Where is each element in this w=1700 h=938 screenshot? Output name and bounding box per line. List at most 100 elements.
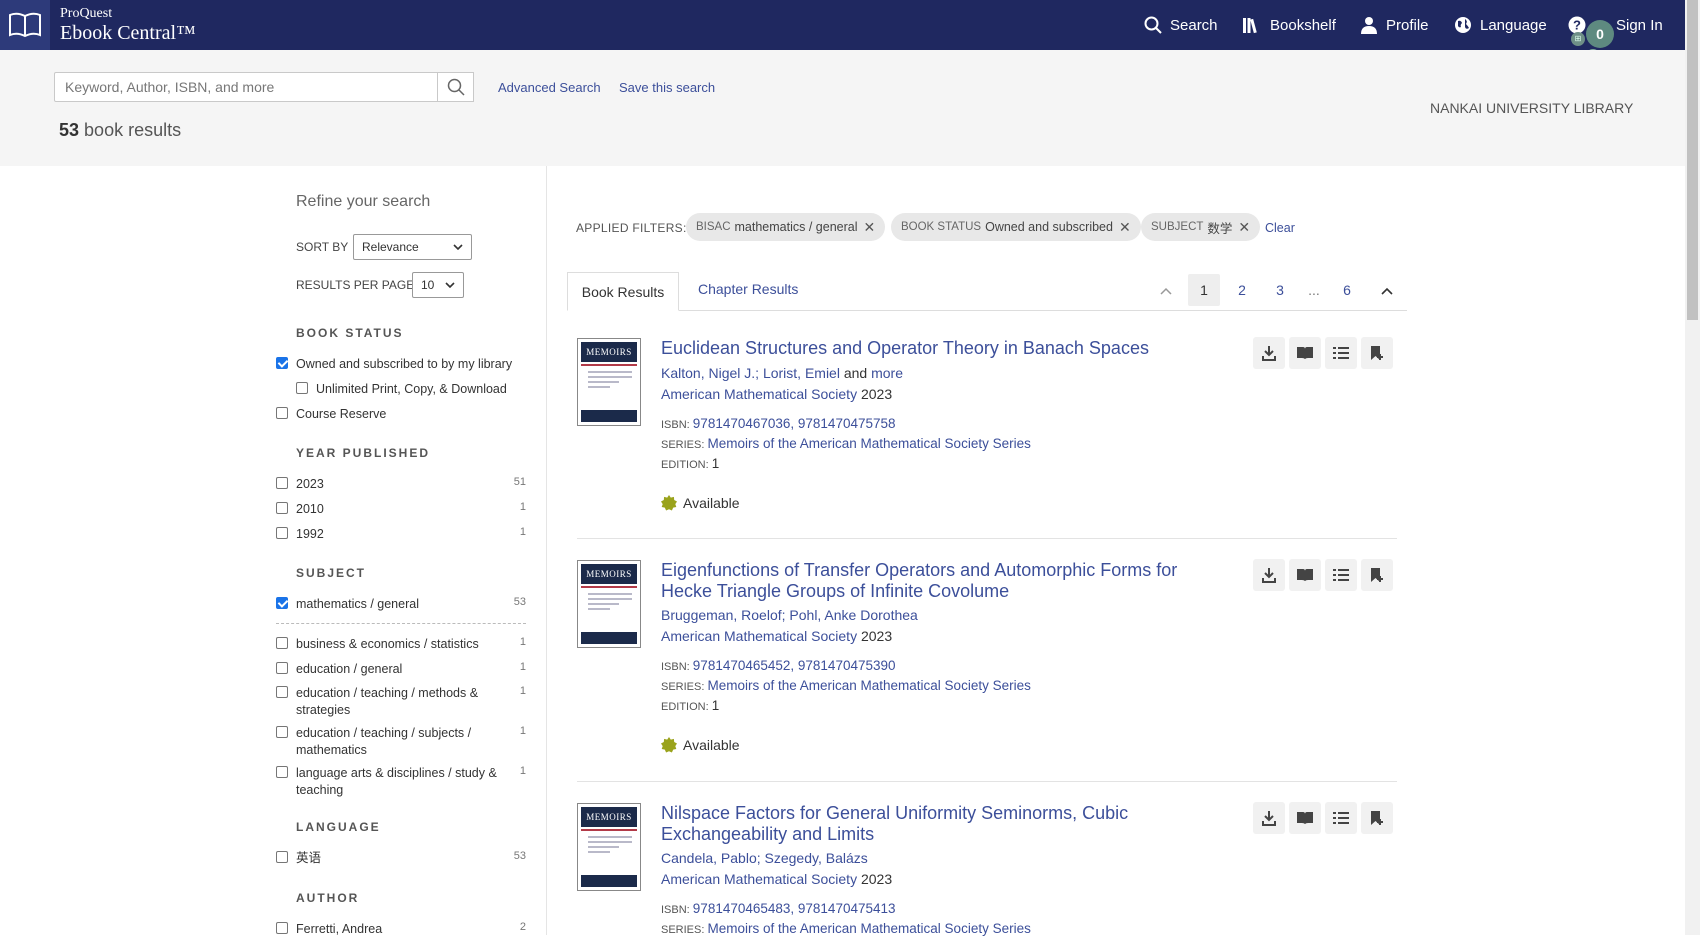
checkbox[interactable] (276, 922, 288, 934)
table-of-contents-button[interactable] (1325, 802, 1357, 834)
book-authors: Candela, Pablo; Szegedy, Balázs (661, 850, 868, 866)
nav-search[interactable]: Search (1144, 0, 1218, 50)
checkbox[interactable] (276, 527, 288, 539)
nav-language[interactable]: Language (1454, 0, 1547, 50)
download-button[interactable] (1253, 802, 1285, 834)
download-button[interactable] (1253, 559, 1285, 591)
series-line: SERIES: Memoirs of the American Mathemat… (661, 436, 1031, 451)
page-1-button[interactable]: 1 (1188, 274, 1220, 306)
table-of-contents-button[interactable] (1325, 337, 1357, 369)
add-to-bookshelf-button[interactable] (1361, 802, 1393, 834)
isbn-label: ISBN: (661, 904, 690, 916)
checkbox[interactable] (276, 597, 288, 609)
book-cover[interactable]: MEMOIRS (577, 338, 641, 426)
tab-chapter-results[interactable]: Chapter Results (698, 281, 798, 297)
result-divider (577, 781, 1397, 782)
publisher-link[interactable]: American Mathematical Society (661, 386, 857, 402)
filter-chip-bisac: BISAC mathematics / general ✕ (686, 213, 886, 241)
book-title-link[interactable]: Eigenfunctions of Transfer Operators and… (661, 560, 1221, 602)
previous-page-button[interactable] (1150, 274, 1182, 306)
page-2-button[interactable]: 2 (1226, 274, 1258, 306)
series-link[interactable]: Memoirs of the American Mathematical Soc… (707, 678, 1030, 693)
sort-by-select[interactable]: Relevance (353, 234, 472, 260)
sign-in-link[interactable]: Sign In (1616, 0, 1663, 50)
publication-year: 2023 (860, 386, 893, 402)
author-link[interactable]: Kalton, Nigel J.; Lorist, Emiel (661, 365, 840, 381)
read-online-button[interactable] (1289, 559, 1321, 591)
facet-item-count: 2 (519, 921, 526, 933)
author-link[interactable]: Bruggeman, Roelof; Pohl, Anke Dorothea (661, 607, 918, 623)
open-book-logo-icon[interactable] (0, 0, 50, 50)
facet-item-label: 英语 (296, 851, 322, 865)
tab-book-results[interactable]: Book Results (567, 272, 679, 311)
page-6-button[interactable]: 6 (1331, 274, 1363, 306)
advanced-search-link[interactable]: Advanced Search (498, 80, 601, 95)
download-button[interactable] (1253, 337, 1285, 369)
search-icon (1144, 16, 1162, 34)
facet-item-count: 1 (519, 501, 526, 513)
chevron-down-icon (453, 244, 463, 250)
series-link[interactable]: Memoirs of the American Mathematical Soc… (707, 921, 1030, 936)
checkbox[interactable] (276, 851, 288, 863)
close-icon[interactable]: ✕ (1119, 219, 1131, 236)
nav-bookshelf[interactable]: Bookshelf (1242, 0, 1336, 50)
facet-heading-book-status: BOOK STATUS (296, 326, 404, 340)
library-name: NANKAI UNIVERSITY LIBRARY (1430, 100, 1634, 116)
clear-filters-link[interactable]: Clear (1265, 221, 1295, 235)
checkbox[interactable] (276, 477, 288, 489)
checkbox[interactable] (276, 407, 288, 419)
book-cover[interactable]: MEMOIRS (577, 803, 641, 891)
nav-language-label: Language (1480, 16, 1547, 34)
nav-bookshelf-label: Bookshelf (1270, 16, 1336, 34)
cover-title: MEMOIRS (581, 342, 637, 362)
results-per-page-select[interactable]: 10 (412, 272, 464, 298)
book-title-link[interactable]: Euclidean Structures and Operator Theory… (661, 338, 1221, 359)
cover-footer (581, 875, 637, 887)
cart-mini-icon: ⊞ (1571, 32, 1585, 46)
publisher-link[interactable]: American Mathematical Society (661, 871, 857, 887)
brand-ebook-central[interactable]: Ebook Central™ (60, 22, 196, 45)
publisher-link[interactable]: American Mathematical Society (661, 628, 857, 644)
search-input[interactable] (54, 72, 438, 102)
checkbox[interactable] (276, 662, 288, 674)
table-of-contents-button[interactable] (1325, 559, 1357, 591)
checkbox[interactable] (276, 766, 288, 778)
facet-divider (276, 623, 526, 624)
series-label: SERIES: (661, 439, 705, 451)
checkbox[interactable] (276, 357, 288, 369)
checkbox[interactable] (276, 502, 288, 514)
save-search-link[interactable]: Save this search (619, 80, 715, 95)
add-bookmark-icon (1371, 568, 1383, 582)
next-page-button[interactable] (1371, 274, 1403, 306)
facet-item-count: 1 (519, 765, 526, 777)
cover-stripe (581, 586, 637, 588)
top-navigation-bar: ProQuest Ebook Central™ Search Bookshelf… (0, 0, 1685, 50)
cover-stripe (581, 829, 637, 831)
series-link[interactable]: Memoirs of the American Mathematical Soc… (707, 436, 1030, 451)
checkbox[interactable] (276, 637, 288, 649)
add-to-bookshelf-button[interactable] (1361, 337, 1393, 369)
search-icon (447, 78, 465, 96)
close-icon[interactable]: ✕ (1238, 219, 1250, 236)
checkbox[interactable] (276, 686, 288, 698)
brand-proquest[interactable]: ProQuest (60, 6, 112, 22)
add-to-bookshelf-button[interactable] (1361, 559, 1393, 591)
nav-profile[interactable]: Profile (1360, 0, 1429, 50)
search-submit-button[interactable] (438, 72, 474, 102)
open-book-icon (1297, 812, 1313, 824)
book-cover[interactable]: MEMOIRS (577, 560, 641, 648)
cart-count-badge[interactable]: 0 (1586, 20, 1614, 48)
scrollbar-thumb[interactable] (1687, 0, 1698, 320)
author-link[interactable]: Candela, Pablo; Szegedy, Balázs (661, 850, 868, 866)
sort-by-value: Relevance (362, 240, 419, 254)
result-count: 53 book results (59, 120, 181, 141)
checkbox[interactable] (276, 726, 288, 738)
close-icon[interactable]: ✕ (864, 219, 876, 236)
read-online-button[interactable] (1289, 337, 1321, 369)
book-title-link[interactable]: Nilspace Factors for General Uniformity … (661, 803, 1221, 845)
page-3-button[interactable]: 3 (1264, 274, 1296, 306)
checkbox[interactable] (296, 382, 308, 394)
filter-chip-key: BOOK STATUS (901, 221, 982, 233)
more-authors-link[interactable]: more (871, 365, 903, 381)
read-online-button[interactable] (1289, 802, 1321, 834)
